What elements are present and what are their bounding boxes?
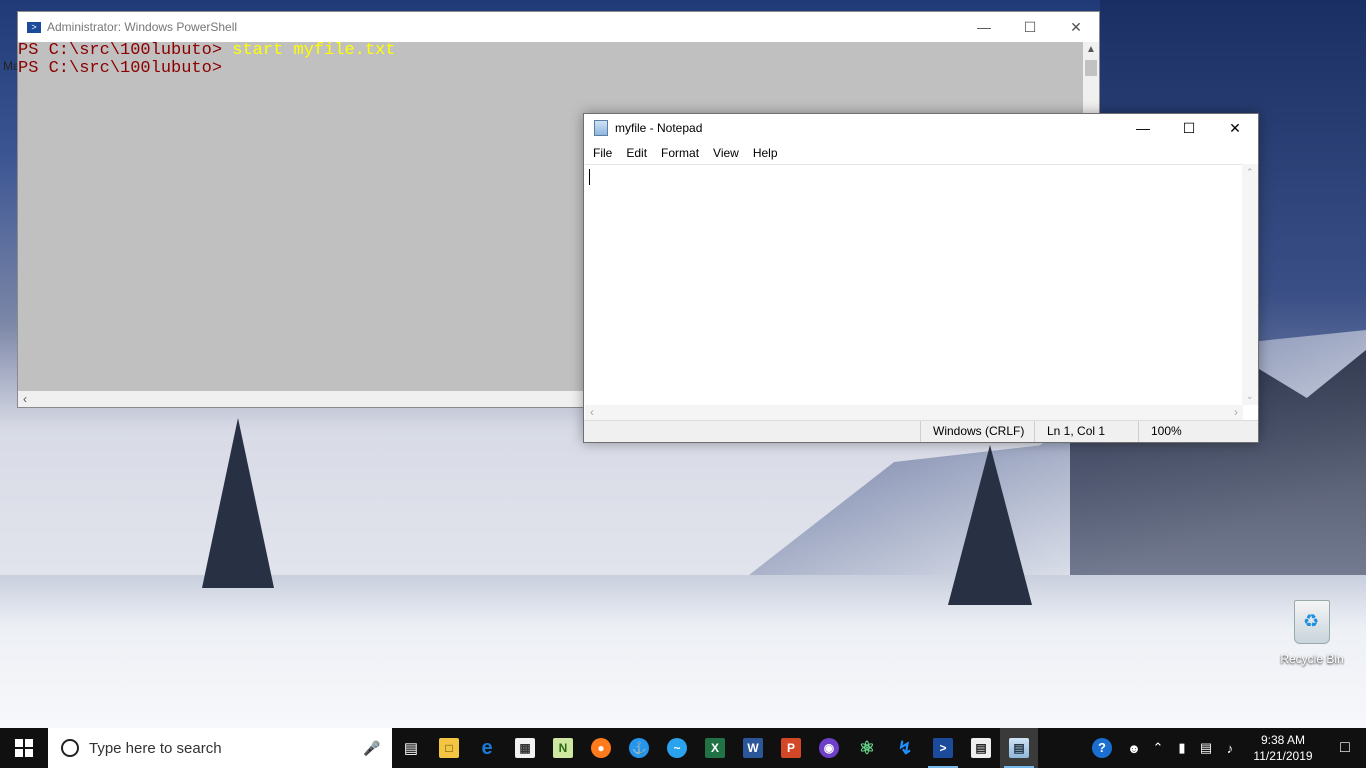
close-button[interactable]: ✕	[1053, 12, 1099, 42]
help-icon[interactable]: ?	[1082, 738, 1122, 758]
clapper-icon[interactable]: ▤	[962, 728, 1000, 768]
scroll-up-arrow-icon[interactable]: ▲	[1086, 44, 1096, 55]
vertical-scrollbar[interactable]: ⌃ ⌄	[1242, 164, 1258, 405]
system-tray: ? ☻ ⌃ ▮ ▤ ♪ 9:38 AM 11/21/2019 □	[1082, 728, 1366, 768]
clock-date: 11/21/2019	[1253, 749, 1313, 763]
console-prompt: PS C:\src\100lubuto>	[18, 59, 223, 78]
status-zoom: 100%	[1138, 421, 1258, 442]
scroll-left-arrow-icon[interactable]: ‹	[590, 405, 594, 419]
menu-file[interactable]: File	[586, 146, 619, 160]
close-button[interactable]: ✕	[1212, 113, 1258, 143]
recycle-bin-shortcut[interactable]: Recycle Bin	[1276, 600, 1348, 666]
status-encoding: Windows (CRLF)	[920, 421, 1034, 442]
clock-time: 9:38 AM	[1260, 733, 1306, 747]
menu-edit[interactable]: Edit	[619, 146, 654, 160]
store-icon[interactable]: ▦	[506, 728, 544, 768]
excel-icon[interactable]: X	[696, 728, 734, 768]
file-explorer-icon[interactable]: □	[430, 728, 468, 768]
notepadpp-icon[interactable]: N	[544, 728, 582, 768]
battery-icon[interactable]: ▮	[1170, 740, 1194, 756]
horizontal-scrollbar[interactable]: ‹ ›	[585, 405, 1243, 421]
vscode-icon[interactable]: ~	[658, 728, 696, 768]
docker-icon[interactable]: ⚓	[620, 728, 658, 768]
status-cursor-position: Ln 1, Col 1	[1034, 421, 1138, 442]
powershell-icon: >	[27, 21, 41, 33]
notification-center-icon[interactable]: □	[1324, 739, 1366, 757]
taskbar: Type here to search 🎤 ▤ □ e ▦ N ● ⚓ ~ X …	[0, 728, 1366, 768]
show-hidden-icons-icon[interactable]: ⌃	[1146, 740, 1170, 756]
window-title: myfile - Notepad	[615, 121, 703, 135]
text-caret	[589, 169, 590, 185]
cortana-icon	[61, 739, 79, 757]
wallpaper-snow	[0, 575, 1366, 728]
wallpaper-tree	[202, 418, 274, 588]
clock[interactable]: 9:38 AM 11/21/2019	[1242, 732, 1324, 764]
maximize-button[interactable]: ☐	[1166, 113, 1212, 143]
window-title: Administrator: Windows PowerShell	[47, 20, 238, 34]
minimize-button[interactable]: —	[961, 12, 1007, 42]
console-command: start myfile.txt	[232, 41, 396, 60]
scroll-up-arrow-icon[interactable]: ⌃	[1246, 167, 1254, 178]
word-icon[interactable]: W	[734, 728, 772, 768]
scroll-right-arrow-icon[interactable]: ›	[1234, 405, 1238, 419]
maximize-button[interactable]: ☐	[1007, 12, 1053, 42]
recycle-bin-label: Recycle Bin	[1280, 652, 1344, 666]
menu-format[interactable]: Format	[654, 146, 706, 160]
scroll-left-arrow-icon[interactable]: ‹	[23, 392, 27, 406]
search-placeholder: Type here to search	[89, 739, 222, 757]
search-box[interactable]: Type here to search 🎤	[48, 728, 392, 768]
scrollbar-thumb[interactable]	[1085, 60, 1097, 76]
network-icon[interactable]: ▤	[1194, 740, 1218, 756]
recycle-bin-icon	[1294, 600, 1330, 644]
notepad-titlebar[interactable]: myfile - Notepad — ☐ ✕	[584, 114, 1258, 142]
edge-icon[interactable]: e	[468, 728, 506, 768]
powerpoint-icon[interactable]: P	[772, 728, 810, 768]
minimize-button[interactable]: —	[1120, 113, 1166, 143]
menu-help[interactable]: Help	[746, 146, 785, 160]
volume-icon[interactable]: ♪	[1218, 741, 1242, 756]
people-icon[interactable]: ☻	[1122, 741, 1146, 756]
powershell-taskbar-icon[interactable]: >	[924, 728, 962, 768]
notepad-icon	[594, 120, 608, 136]
microphone-icon[interactable]: 🎤	[362, 740, 382, 757]
start-button[interactable]	[0, 728, 48, 768]
scroll-down-arrow-icon[interactable]: ⌄	[1246, 391, 1254, 402]
powershell-titlebar[interactable]: > Administrator: Windows PowerShell — ☐ …	[18, 12, 1099, 42]
wallpaper-tree	[948, 445, 1032, 605]
atom-icon[interactable]: ⚛	[848, 728, 886, 768]
menu-view[interactable]: View	[706, 146, 746, 160]
notepad-taskbar-icon[interactable]: ▤	[1000, 728, 1038, 768]
windows-logo-icon	[15, 739, 33, 757]
visual-studio-icon[interactable]: ↯	[886, 728, 924, 768]
firefox-icon[interactable]: ●	[582, 728, 620, 768]
menu-bar: File Edit Format View Help	[584, 142, 1258, 164]
status-bar: Windows (CRLF) Ln 1, Col 1 100%	[584, 420, 1258, 442]
github-desktop-icon[interactable]: ◉	[810, 728, 848, 768]
text-editor-area[interactable]	[585, 164, 1243, 406]
task-view-icon[interactable]: ▤	[392, 728, 430, 768]
notepad-window[interactable]: myfile - Notepad — ☐ ✕ File Edit Format …	[583, 113, 1259, 443]
console-prompt: PS C:\src\100lubuto>	[18, 41, 233, 60]
